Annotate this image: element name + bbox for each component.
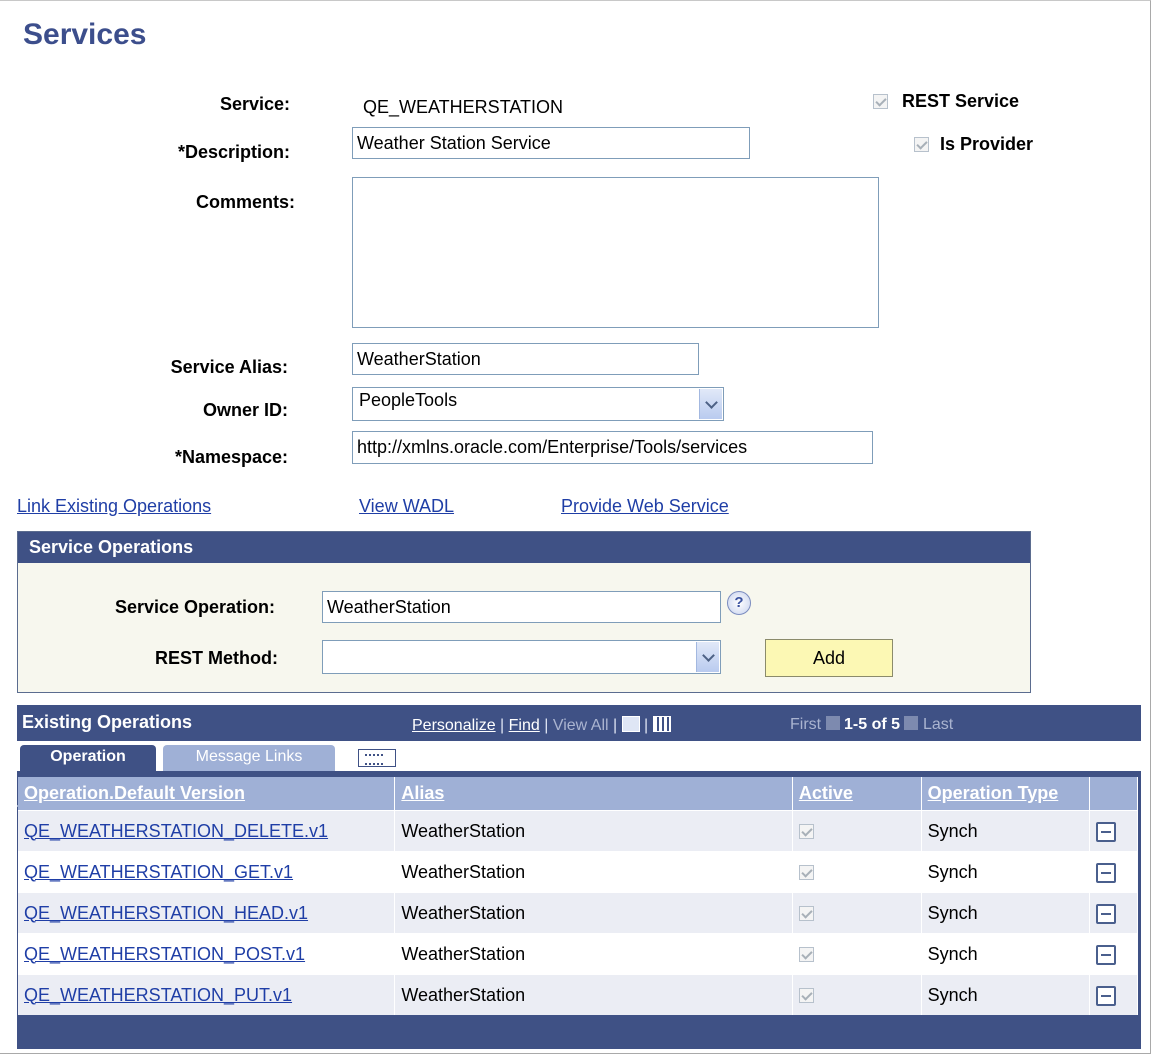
table-row: QE_WEATHERSTATION_DELETE.v1 WeatherStati… xyxy=(18,810,1139,852)
grid-tabstrip: Operation Message Links xyxy=(17,741,1141,807)
tab-message-links[interactable]: Message Links xyxy=(163,745,335,771)
owner-id-select[interactable]: PeopleTools xyxy=(352,387,724,421)
grid-pager: First 1-5 of 5 Last xyxy=(790,716,953,734)
alias-cell: WeatherStation xyxy=(394,892,793,934)
service-alias-label: Service Alias: xyxy=(170,357,288,377)
chevron-down-icon[interactable] xyxy=(699,389,722,419)
operation-type-cell: Synch xyxy=(921,810,1090,852)
row-range: 1-5 of 5 xyxy=(844,716,901,733)
description-label: *Description: xyxy=(177,142,290,162)
is-provider-label: Is Provider xyxy=(940,134,1034,154)
operation-link[interactable]: QE_WEATHERSTATION_GET.v1 xyxy=(24,862,293,882)
column-operation[interactable]: Operation.Default Version xyxy=(18,777,396,811)
alias-cell: WeatherStation xyxy=(394,851,793,893)
minus-icon[interactable] xyxy=(1095,903,1116,924)
arrow-left-icon[interactable] xyxy=(825,716,840,730)
alias-cell: WeatherStation xyxy=(394,810,793,852)
arrow-right-icon[interactable] xyxy=(904,716,919,730)
view-all-link[interactable]: View All xyxy=(553,717,609,734)
service-operations-header: Service Operations xyxy=(18,532,1030,563)
service-label: Service: xyxy=(219,94,290,114)
help-icon[interactable]: ? xyxy=(727,591,751,615)
find-link[interactable]: Find xyxy=(509,717,540,734)
owner-id-value: PeopleTools xyxy=(359,390,458,410)
operation-link[interactable]: QE_WEATHERSTATION_PUT.v1 xyxy=(24,985,292,1005)
namespace-field[interactable] xyxy=(352,431,873,464)
operation-type-cell: Synch xyxy=(921,851,1090,893)
column-operation-type[interactable]: Operation Type xyxy=(921,777,1090,811)
separator: | xyxy=(539,717,553,734)
separator: | xyxy=(639,717,653,734)
table-row: QE_WEATHERSTATION_GET.v1 WeatherStation … xyxy=(18,851,1139,893)
existing-operations-grid: Existing Operations Personalize | Find |… xyxy=(17,705,1141,1049)
view-wadl-link[interactable]: View WADL xyxy=(359,496,454,517)
rest-method-label: REST Method: xyxy=(155,648,278,668)
operation-link[interactable]: QE_WEATHERSTATION_POST.v1 xyxy=(24,944,305,964)
comments-field[interactable] xyxy=(352,177,879,328)
last-link[interactable]: Last xyxy=(923,716,953,733)
operation-link[interactable]: QE_WEATHERSTATION_HEAD.v1 xyxy=(24,903,308,923)
chevron-down-icon[interactable] xyxy=(696,642,719,672)
owner-id-label: Owner ID: xyxy=(202,400,288,420)
active-checkbox xyxy=(798,988,814,1004)
column-delete xyxy=(1089,777,1139,811)
provide-web-service-link[interactable]: Provide Web Service xyxy=(561,496,729,517)
minus-icon[interactable] xyxy=(1095,862,1116,883)
operation-type-cell: Synch xyxy=(921,892,1090,934)
grid-header: Existing Operations Personalize | Find |… xyxy=(17,705,1141,741)
link-existing-operations-link[interactable]: Link Existing Operations xyxy=(17,496,211,517)
service-operation-label: Service Operation: xyxy=(114,597,275,617)
column-alias[interactable]: Alias xyxy=(394,777,793,811)
active-checkbox xyxy=(798,906,814,922)
service-alias-field[interactable] xyxy=(352,343,699,375)
rest-service-checkbox[interactable] xyxy=(873,94,888,109)
operation-type-cell: Synch xyxy=(921,933,1090,975)
add-button[interactable]: Add xyxy=(765,639,893,677)
active-checkbox xyxy=(798,947,814,963)
page-title: Services xyxy=(23,18,147,51)
existing-operations-title: Existing Operations xyxy=(22,712,193,732)
operation-link[interactable]: QE_WEATHERSTATION_DELETE.v1 xyxy=(24,821,328,841)
expand-tabs-icon[interactable] xyxy=(358,749,396,767)
column-active[interactable]: Active xyxy=(792,777,922,811)
minus-icon[interactable] xyxy=(1095,821,1116,842)
first-link[interactable]: First xyxy=(790,716,821,733)
separator: | xyxy=(495,717,509,734)
tab-operation[interactable]: Operation xyxy=(20,745,156,771)
minus-icon[interactable] xyxy=(1095,944,1116,965)
grid-toolbar: Personalize | Find | View All | | xyxy=(412,716,671,735)
separator: | xyxy=(608,717,622,734)
rest-method-select[interactable] xyxy=(322,640,721,674)
table-row: QE_WEATHERSTATION_PUT.v1 WeatherStation … xyxy=(18,974,1139,1015)
active-checkbox xyxy=(798,824,814,840)
grid-download-icon[interactable] xyxy=(652,716,671,732)
active-checkbox xyxy=(798,865,814,881)
personalize-link[interactable]: Personalize xyxy=(412,717,496,734)
table-row: QE_WEATHERSTATION_POST.v1 WeatherStation… xyxy=(18,933,1139,975)
table-row: QE_WEATHERSTATION_HEAD.v1 WeatherStation… xyxy=(18,892,1139,934)
operations-table: Operation.Default Version Alias Active O… xyxy=(18,777,1139,1015)
alias-cell: WeatherStation xyxy=(394,974,793,1015)
service-value: QE_WEATHERSTATION xyxy=(363,97,564,117)
operation-type-cell: Synch xyxy=(921,974,1090,1015)
service-operation-field[interactable] xyxy=(322,591,721,623)
alias-cell: WeatherStation xyxy=(394,933,793,975)
zoom-icon[interactable] xyxy=(621,716,640,732)
comments-label: Comments: xyxy=(195,192,295,212)
minus-icon[interactable] xyxy=(1095,985,1116,1006)
is-provider-checkbox[interactable] xyxy=(914,137,929,152)
description-field[interactable] xyxy=(352,127,750,159)
table-header-row: Operation.Default Version Alias Active O… xyxy=(18,777,1139,811)
namespace-label: *Namespace: xyxy=(174,447,288,467)
rest-service-label: REST Service xyxy=(902,91,1020,111)
